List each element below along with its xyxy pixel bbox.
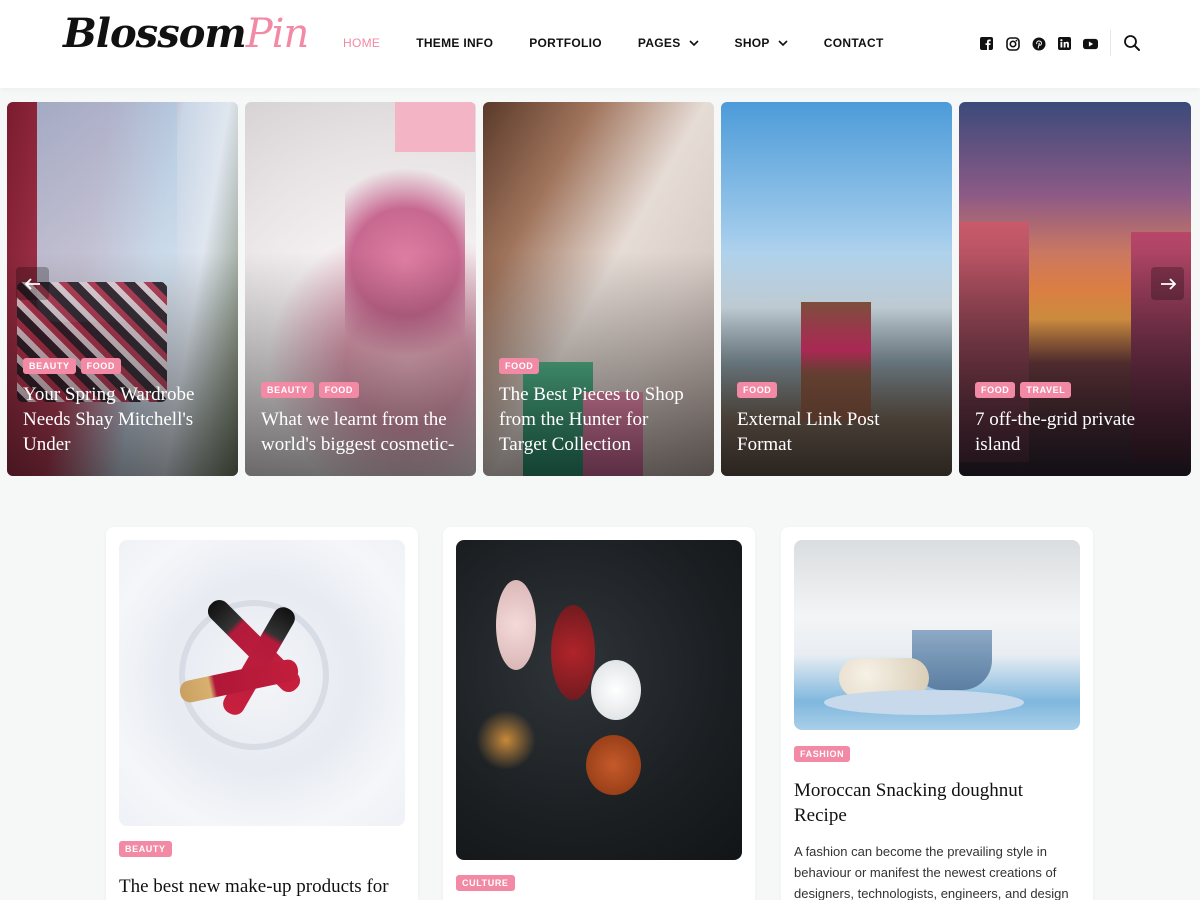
youtube-icon[interactable] xyxy=(1083,36,1098,51)
slide-title-line: from the Hunter for xyxy=(499,409,649,430)
nav-item-home[interactable]: HOME xyxy=(343,36,380,50)
slide-title[interactable]: External Link Post Format xyxy=(737,407,938,457)
category-tag[interactable]: BEAUTY xyxy=(119,841,172,857)
slide-title-line: island xyxy=(975,434,1021,455)
post-image-spoon xyxy=(496,580,536,670)
slide-tags: FOOD xyxy=(737,382,778,398)
post-title-line: Recipe xyxy=(794,805,847,826)
chevron-down-icon xyxy=(688,40,699,47)
site-header: BlossomPin HOME THEME INFO PORTFOLIO PAG… xyxy=(0,0,1200,88)
slide-tags: BEAUTY FOOD xyxy=(261,382,360,398)
post-card[interactable]: BEAUTY The best new make-up products for xyxy=(106,527,418,900)
logo-text-accent: Pin xyxy=(245,11,309,57)
chevron-down-icon xyxy=(778,40,788,47)
category-tag[interactable]: FOOD xyxy=(499,358,540,374)
nav-item-portfolio[interactable]: PORTFOLIO xyxy=(529,36,602,50)
slider-post[interactable]: FOOD The Best Pieces to Shop from the Hu… xyxy=(483,102,714,476)
nav-item-theme-info[interactable]: THEME INFO xyxy=(416,36,493,50)
slide-tags: BEAUTY FOOD xyxy=(23,358,122,374)
nav-label: PAGES xyxy=(637,36,681,50)
slide-title-line: Your Spring Wardrobe xyxy=(23,384,195,405)
facebook-icon[interactable] xyxy=(979,36,994,51)
nav-label: HOME xyxy=(343,36,381,50)
nav-label: CONTACT xyxy=(823,36,884,50)
slide-title-line: The Best Pieces to Shop xyxy=(499,384,684,405)
slide-title[interactable]: What we learnt from the world's biggest … xyxy=(261,407,462,457)
category-tag[interactable]: FOOD xyxy=(318,382,360,398)
post-tag: FASHION xyxy=(794,744,851,762)
post-image-spice xyxy=(476,710,536,770)
pinterest-icon[interactable] xyxy=(1031,36,1046,51)
post-image-spoon xyxy=(591,660,641,720)
post-image-spoon xyxy=(551,605,595,700)
logo-text-primary: Blossom xyxy=(63,10,247,57)
category-tag[interactable]: BEAUTY xyxy=(261,382,314,398)
slide-title-line: External Link Post xyxy=(737,409,880,430)
slide-title-line: What we learnt from the xyxy=(261,409,447,430)
post-image[interactable] xyxy=(794,540,1080,730)
category-tag[interactable]: TRAVEL xyxy=(1020,382,1072,398)
nav-item-pages[interactable]: PAGES xyxy=(638,36,699,50)
slide-title-line: Under xyxy=(23,434,71,455)
post-image[interactable] xyxy=(456,540,742,860)
post-tag: BEAUTY xyxy=(119,839,172,857)
slider-next-button[interactable] xyxy=(1151,267,1184,300)
nav-item-shop[interactable]: SHOP xyxy=(735,36,788,50)
post-excerpt-line: designers, technologists, engineers, and… xyxy=(794,886,1069,900)
slide-title[interactable]: Your Spring Wardrobe Needs Shay Mitchell… xyxy=(23,382,224,457)
slide-tags: FOOD xyxy=(499,358,540,374)
post-title[interactable]: The best new make-up products for xyxy=(119,874,405,899)
nav-label: PORTFOLIO xyxy=(529,36,602,50)
post-title-line: Moroccan Snacking doughnut xyxy=(794,780,1024,801)
category-tag[interactable]: FOOD xyxy=(737,382,778,398)
post-title[interactable]: Moroccan Snacking doughnut Recipe xyxy=(794,778,1080,828)
slider-post[interactable]: FOOD External Link Post Format xyxy=(721,102,952,476)
arrow-right-icon xyxy=(1160,277,1176,290)
category-tag[interactable]: FASHION xyxy=(794,746,851,762)
slide-title[interactable]: 7 off-the-grid private island xyxy=(975,407,1177,457)
nav-label: THEME INFO xyxy=(416,36,494,50)
instagram-icon[interactable] xyxy=(1005,36,1020,51)
post-excerpt: A fashion can become the prevailing styl… xyxy=(794,841,1077,900)
slide-title-line: Target Collection xyxy=(499,434,631,455)
header-divider xyxy=(1110,30,1111,56)
post-image-spoon xyxy=(586,735,641,795)
slide-title[interactable]: The Best Pieces to Shop from the Hunter … xyxy=(499,382,700,457)
main-nav: HOME THEME INFO PORTFOLIO PAGES SHOP CON… xyxy=(343,36,920,50)
slide-title-line: 7 off-the-grid private xyxy=(975,409,1136,430)
slide-title-line: Format xyxy=(737,434,792,455)
nav-item-contact[interactable]: CONTACT xyxy=(824,36,884,50)
post-card[interactable]: CULTURE xyxy=(443,527,755,900)
category-tag[interactable]: BEAUTY xyxy=(23,358,76,374)
slide-title-line: Needs Shay Mitchell's xyxy=(23,409,194,430)
slider-post[interactable]: BEAUTY FOOD What we learnt from the worl… xyxy=(245,102,476,476)
post-tag: CULTURE xyxy=(456,873,515,891)
post-image-plate xyxy=(824,690,1024,715)
search-icon[interactable] xyxy=(1123,34,1141,52)
post-excerpt-line: A fashion can become the prevailing styl… xyxy=(794,844,1047,859)
site-logo[interactable]: BlossomPin xyxy=(63,10,309,57)
slide-image-soap xyxy=(395,102,475,152)
linkedin-icon[interactable] xyxy=(1057,36,1072,51)
post-card[interactable]: FASHION Moroccan Snacking doughnut Recip… xyxy=(781,527,1093,900)
arrow-left-icon xyxy=(24,277,40,290)
slider-prev-button[interactable] xyxy=(16,267,49,300)
post-excerpt-line: behaviour or manifest the newest creatio… xyxy=(794,865,1057,880)
nav-label: SHOP xyxy=(734,36,770,50)
category-tag[interactable]: FOOD xyxy=(975,382,1016,398)
category-tag[interactable]: CULTURE xyxy=(456,875,515,891)
social-links xyxy=(979,36,1098,51)
post-image[interactable] xyxy=(119,540,405,826)
slide-tags: FOOD TRAVEL xyxy=(975,382,1072,398)
category-tag[interactable]: FOOD xyxy=(80,358,122,374)
slide-title-line: world's biggest cosmetic- xyxy=(261,434,455,455)
